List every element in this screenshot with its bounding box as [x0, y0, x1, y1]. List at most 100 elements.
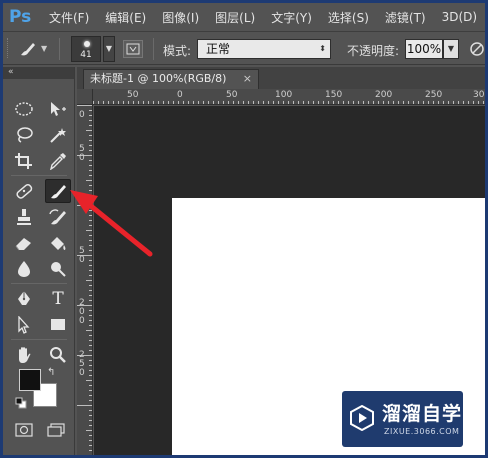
pressure-opacity-icon[interactable] — [469, 41, 485, 57]
watermark-logo-icon — [350, 405, 374, 431]
ellipse-marquee-icon — [15, 102, 33, 116]
ruler-label: 0 — [79, 316, 85, 326]
history-brush-icon — [49, 209, 66, 225]
menu-bar: Ps 文件(F) 编辑(E) 图像(I) 图层(L) 文字(Y) 选择(S) 滤… — [3, 3, 485, 31]
history-brush-tool[interactable] — [45, 205, 71, 229]
photoshop-logo: Ps — [9, 7, 32, 27]
bandage-icon — [16, 184, 33, 199]
options-grip[interactable] — [7, 38, 10, 58]
toolbox-divider — [11, 283, 67, 284]
site-watermark: 溜溜自学 ZIXUE.3066.COM — [342, 391, 463, 447]
stamp-icon — [17, 209, 31, 225]
ruler-label: 50 — [226, 90, 238, 100]
document-tab-strip: 未标题-1 @ 100%(RGB/8) × — [77, 67, 485, 89]
dodge-icon — [51, 262, 66, 277]
menu-image[interactable]: 图像(I) — [162, 9, 199, 26]
brush-icon — [51, 185, 66, 199]
ruler-label: 50 — [127, 90, 139, 100]
ruler-label: 200 — [375, 90, 393, 100]
eraser-icon — [15, 238, 31, 251]
menu-select[interactable]: 选择(S) — [328, 9, 369, 26]
opacity-input[interactable]: 100% — [405, 39, 443, 59]
hand-tool[interactable] — [11, 343, 37, 367]
document-tab-title: 未标题-1 @ 100%(RGB/8) — [90, 72, 227, 85]
tool-preset-caret-icon[interactable]: ▼ — [41, 44, 47, 53]
ruler-label: 250 — [425, 90, 443, 100]
pen-tool[interactable] — [11, 287, 37, 311]
photoshop-window: Ps 文件(F) 编辑(E) 图像(I) 图层(L) 文字(Y) 选择(S) 滤… — [3, 3, 485, 455]
eraser-tool[interactable] — [11, 231, 37, 255]
tools-panel: « T ↰ — [3, 67, 75, 455]
rectangle-tool[interactable] — [45, 313, 71, 337]
blend-mode-select[interactable]: 正常 ⬍ — [197, 39, 331, 59]
menu-edit[interactable]: 编辑(E) — [105, 9, 146, 26]
bucket-icon — [51, 237, 66, 250]
ruler-label: 30 — [473, 90, 485, 100]
clone-stamp-tool[interactable] — [11, 205, 37, 229]
ruler-label: 150 — [325, 90, 343, 100]
hand-icon — [19, 347, 31, 363]
select-arrows-icon: ⬍ — [319, 44, 326, 53]
toolbox-divider — [11, 175, 67, 176]
zoom-icon — [50, 347, 66, 363]
type-icon: T — [52, 289, 64, 309]
eyedropper-tool[interactable] — [45, 149, 71, 173]
options-bar: ▼ 41 ▼ 模式: 正常 ⬍ 不透明度: 100% ▼ — [3, 31, 485, 65]
ruler-origin[interactable] — [77, 89, 93, 105]
zoom-tool[interactable] — [45, 343, 71, 367]
watermark-title: 溜溜自学 — [382, 403, 463, 425]
close-document-icon[interactable]: × — [243, 70, 252, 88]
menu-3d[interactable]: 3D(D) — [442, 10, 477, 24]
crop-tool[interactable] — [11, 149, 37, 173]
watermark-subtitle: ZIXUE.3066.COM — [384, 427, 460, 436]
default-colors-icon[interactable] — [15, 397, 27, 409]
ruler-label: 100 — [275, 90, 293, 100]
menu-filter[interactable]: 滤镜(T) — [385, 9, 426, 26]
dodge-tool[interactable] — [45, 257, 71, 281]
pen-icon — [18, 291, 30, 305]
blur-icon — [18, 261, 30, 277]
type-tool[interactable]: T — [45, 287, 71, 311]
move-icon — [51, 102, 66, 116]
ruler-label: 0 — [79, 255, 85, 265]
lasso-tool[interactable] — [11, 123, 37, 147]
menu-layer[interactable]: 图层(L) — [215, 9, 255, 26]
blur-tool[interactable] — [11, 257, 37, 281]
document-tab[interactable]: 未标题-1 @ 100%(RGB/8) × — [83, 69, 259, 89]
ruler-label: 1 — [79, 198, 85, 208]
path-selection-tool[interactable] — [11, 313, 37, 337]
screen-mode-icon[interactable] — [47, 423, 65, 437]
ruler-label: 0 — [79, 153, 85, 163]
collapse-toolbox-icon[interactable]: « — [3, 67, 74, 79]
paint-bucket-tool[interactable] — [45, 231, 71, 255]
brush-panel-toggle-button[interactable] — [123, 40, 143, 58]
magic-wand-tool[interactable] — [45, 123, 71, 147]
lasso-icon — [17, 127, 33, 143]
move-tool[interactable] — [45, 97, 71, 121]
foreground-color-swatch[interactable] — [19, 369, 41, 391]
opacity-label: 不透明度: — [347, 44, 400, 58]
blend-mode-value: 正常 — [206, 42, 231, 56]
horizontal-ruler[interactable]: 50 0 50 100 150 200 250 30 — [93, 89, 485, 105]
menu-file[interactable]: 文件(F) — [49, 9, 89, 26]
quick-mask-icon[interactable] — [15, 423, 33, 437]
mode-label: 模式: — [163, 44, 192, 58]
brush-picker-caret-icon[interactable]: ▼ — [103, 36, 115, 62]
toolbox-divider — [11, 339, 67, 340]
menu-type[interactable]: 文字(Y) — [271, 9, 312, 26]
brush-size-value: 41 — [80, 50, 92, 60]
options-divider — [59, 38, 60, 60]
brush-preset-picker[interactable]: 41 — [71, 36, 101, 62]
crop-icon — [15, 153, 32, 169]
swap-colors-icon[interactable]: ↰ — [47, 367, 55, 378]
opacity-slider-caret-icon[interactable]: ▼ — [443, 39, 459, 59]
brush-tip-icon — [84, 41, 90, 47]
arrow-icon — [18, 316, 30, 334]
elliptical-marquee-tool[interactable] — [11, 97, 37, 121]
vertical-ruler[interactable]: 0 5 0 1 5 0 2 0 0 2 5 0 — [77, 105, 93, 455]
magic-wand-icon — [50, 128, 66, 143]
tool-preset-brush-icon[interactable] — [17, 40, 39, 58]
brush-tool[interactable] — [45, 179, 71, 203]
ruler-label: 0 — [79, 110, 85, 120]
healing-brush-tool[interactable] — [11, 179, 37, 203]
